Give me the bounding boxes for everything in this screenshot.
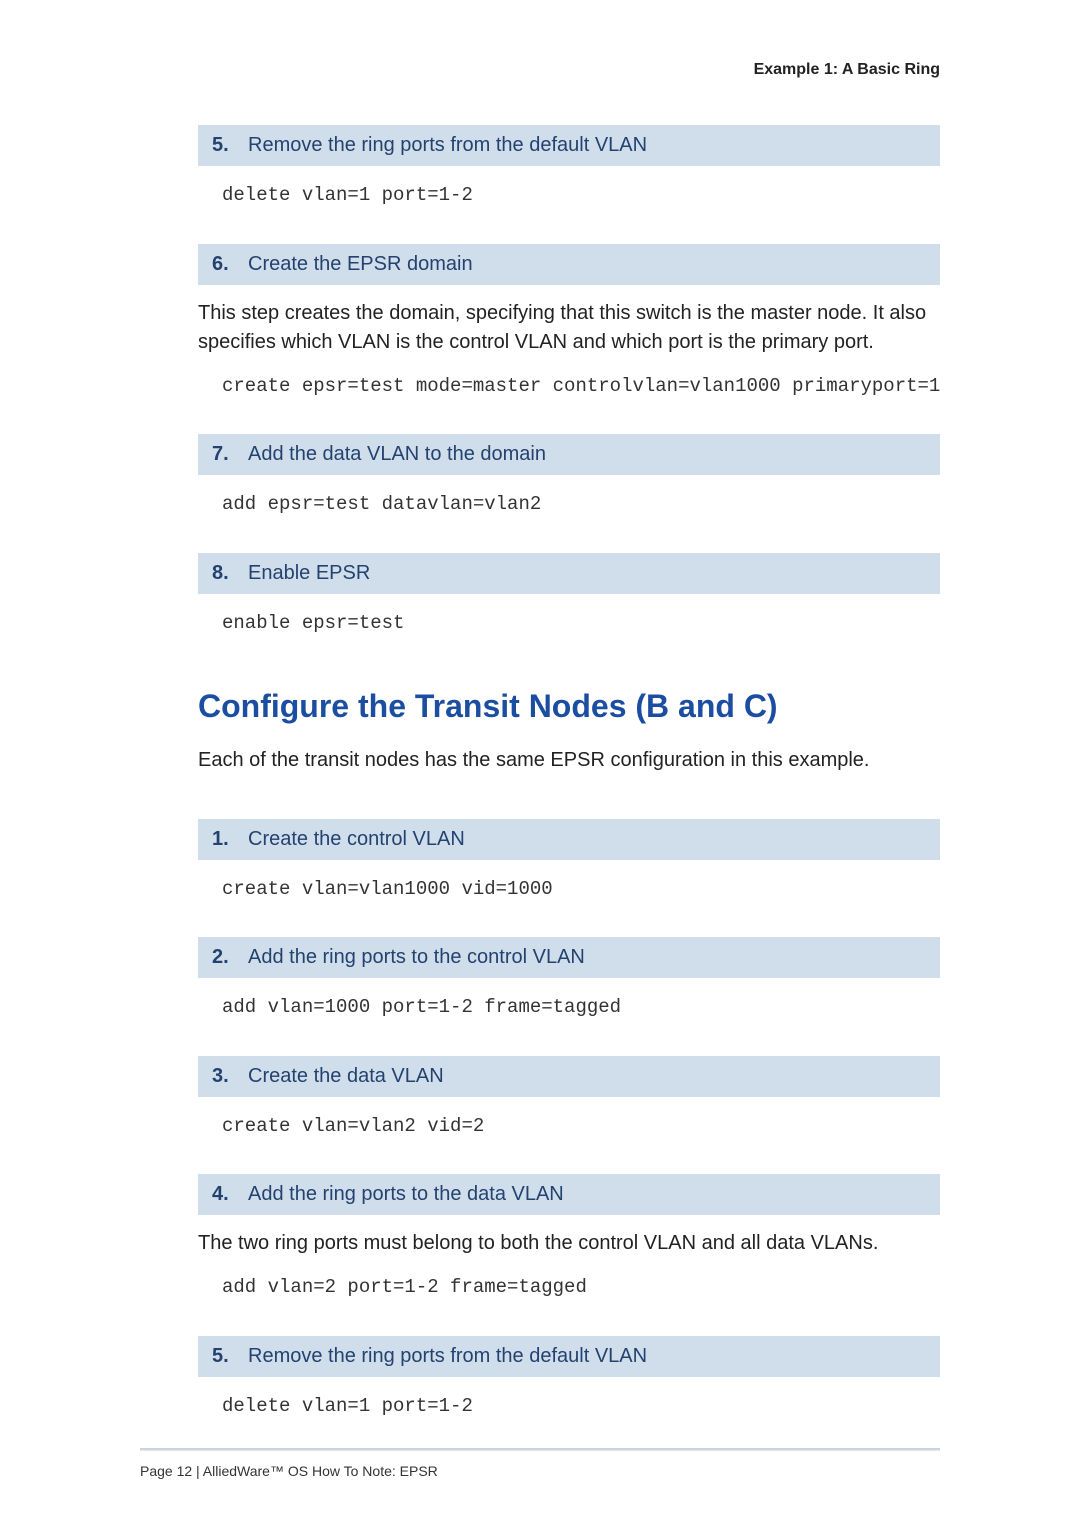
step-heading: 3. Create the data VLAN bbox=[198, 1056, 940, 1097]
code-block: add vlan=1000 port=1-2 frame=tagged bbox=[198, 978, 940, 1022]
code-block: add epsr=test datavlan=vlan2 bbox=[198, 475, 940, 519]
step-number: 5. bbox=[212, 131, 234, 160]
step-title: Create the control VLAN bbox=[248, 825, 465, 854]
section-heading: Configure the Transit Nodes (B and C) bbox=[198, 683, 940, 729]
step-heading: 5. Remove the ring ports from the defaul… bbox=[198, 125, 940, 166]
step-number: 7. bbox=[212, 440, 234, 469]
step-title: Add the ring ports to the data VLAN bbox=[248, 1180, 564, 1209]
step-heading: 4. Add the ring ports to the data VLAN bbox=[198, 1174, 940, 1215]
section-intro: Each of the transit nodes has the same E… bbox=[198, 746, 940, 775]
step-title: Remove the ring ports from the default V… bbox=[248, 131, 647, 160]
step-number: 5. bbox=[212, 1342, 234, 1371]
step-number: 1. bbox=[212, 825, 234, 854]
page-content: Example 1: A Basic Ring 5. Remove the ri… bbox=[0, 0, 1080, 1421]
step-heading: 2. Add the ring ports to the control VLA… bbox=[198, 937, 940, 978]
code-block: enable epsr=test bbox=[198, 594, 940, 638]
code-block: delete vlan=1 port=1-2 bbox=[198, 1377, 940, 1421]
code-block: create epsr=test mode=master controlvlan… bbox=[198, 357, 940, 401]
code-block: add vlan=2 port=1-2 frame=tagged bbox=[198, 1258, 940, 1302]
footer-text: Page 12 | AlliedWare™ OS How To Note: EP… bbox=[140, 1461, 438, 1481]
step-title: Add the ring ports to the control VLAN bbox=[248, 943, 585, 972]
step-heading: 8. Enable EPSR bbox=[198, 553, 940, 594]
step-number: 8. bbox=[212, 559, 234, 588]
step-number: 2. bbox=[212, 943, 234, 972]
step-paragraph: This step creates the domain, specifying… bbox=[198, 299, 940, 357]
step-heading: 6. Create the EPSR domain bbox=[198, 244, 940, 285]
step-number: 6. bbox=[212, 250, 234, 279]
step-title: Create the EPSR domain bbox=[248, 250, 473, 279]
step-number: 4. bbox=[212, 1180, 234, 1209]
step-number: 3. bbox=[212, 1062, 234, 1091]
step-heading: 7. Add the data VLAN to the domain bbox=[198, 434, 940, 475]
code-block: create vlan=vlan1000 vid=1000 bbox=[198, 860, 940, 904]
step-title: Add the data VLAN to the domain bbox=[248, 440, 546, 469]
step-title: Create the data VLAN bbox=[248, 1062, 444, 1091]
running-head: Example 1: A Basic Ring bbox=[198, 58, 940, 81]
step-title: Enable EPSR bbox=[248, 559, 370, 588]
step-title: Remove the ring ports from the default V… bbox=[248, 1342, 647, 1371]
footer-rule bbox=[140, 1448, 940, 1451]
step-paragraph: The two ring ports must belong to both t… bbox=[198, 1229, 940, 1258]
code-block: create vlan=vlan2 vid=2 bbox=[198, 1097, 940, 1141]
code-block: delete vlan=1 port=1-2 bbox=[198, 166, 940, 210]
step-heading: 5. Remove the ring ports from the defaul… bbox=[198, 1336, 940, 1377]
step-heading: 1. Create the control VLAN bbox=[198, 819, 940, 860]
